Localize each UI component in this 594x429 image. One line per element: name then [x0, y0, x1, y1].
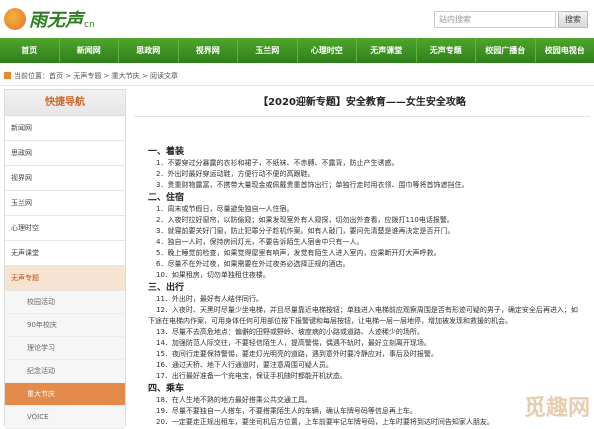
- paragraph: 4．独自一人时，保持房间灯光，不要告诉陌生人宿舍中只有一人。: [148, 237, 578, 248]
- article-title: 【2020迎新专题】安全教育——女生安全攻略: [134, 95, 590, 111]
- sidebar-subitem[interactable]: 校园活动: [5, 291, 125, 314]
- site-logo[interactable]: 雨无声 cn: [4, 4, 95, 34]
- paragraph: 1．周末或节假日，尽量避免独自一人住宿。: [148, 204, 578, 215]
- nav-item[interactable]: 无声专题: [417, 38, 477, 63]
- sidebar-item[interactable]: 视界网: [5, 166, 125, 191]
- paragraph: 3．就寝前要关好门窗，防止犯罪分子趁机作案。如有人敲门，要问先清楚是谁再决定是否…: [148, 226, 578, 237]
- sidebar-item[interactable]: 思政网: [5, 141, 125, 166]
- watermark-logo: 觅趣网: [510, 392, 590, 424]
- divider: [134, 116, 590, 117]
- nav-item[interactable]: 视界网: [179, 38, 239, 63]
- breadcrumb-separator: >: [140, 72, 150, 80]
- sidebar-subitem[interactable]: 90年校庆: [5, 314, 125, 337]
- article-body: 一、着装1．不要穿过分暴露的衣衫和裙子，不纸袜、不赤膊、不露背，防止产生诱惑。2…: [148, 145, 578, 428]
- nav-item[interactable]: 无声课堂: [357, 38, 417, 63]
- nav-item[interactable]: 新闻网: [60, 38, 120, 63]
- breadcrumb-separator: >: [101, 72, 111, 80]
- home-icon: [4, 72, 11, 79]
- sidebar-item[interactable]: 无声专题: [5, 266, 125, 291]
- main-nav: 首页新闻网思政网视界网玉兰网心理时空无声课堂无声专题校园广播台校园电视台: [0, 38, 594, 63]
- nav-item[interactable]: 校园电视台: [536, 38, 594, 63]
- nav-item[interactable]: 校园广播台: [476, 38, 536, 63]
- breadcrumb-link[interactable]: 无声专题: [73, 72, 101, 80]
- paragraph: 10．如果租房，切勿单独租住夜楼。: [148, 270, 578, 281]
- paragraph: 6．尽量不在外过夜，如果需要在外过夜务必选择正规的酒店。: [148, 259, 578, 270]
- section-heading: 二、住宿: [148, 192, 578, 204]
- paragraph: 13．尽量不去高危地点：偏僻的田野或野岭、坡度病的小路或道路、人迹稀少的场所。: [148, 327, 578, 338]
- paragraph: 2．外出时最好穿运动鞋，方便行动不便的高跟鞋。: [148, 169, 578, 180]
- sidebar-item[interactable]: 玉兰网: [5, 191, 125, 216]
- nav-item[interactable]: 心理时空: [298, 38, 358, 63]
- nav-item[interactable]: 思政网: [119, 38, 179, 63]
- sidebar-title: 快捷导航: [5, 90, 125, 116]
- paragraph: 16．通过天桥、地下人行通道时，要注意周围可疑人员。: [148, 360, 578, 371]
- paragraph: 11．外出时，最好有人结伴同行。: [148, 294, 578, 305]
- search-input[interactable]: 站内搜索: [434, 11, 556, 28]
- paragraph: 12．入夜时、天黑时尽量少坐电梯，并且尽量靠近电梯按钮；单独进入电梯前应观察周围…: [148, 305, 578, 327]
- breadcrumb-link: 阅读文章: [150, 72, 178, 80]
- paragraph: 17．出行最好准备一个充电宝，保证手机随时都能开机状态。: [148, 371, 578, 382]
- article: 【2020迎新专题】安全教育——女生安全攻略 一、着装1．不要穿过分暴露的衣衫和…: [134, 89, 590, 426]
- sidebar-item[interactable]: 心理时空: [5, 216, 125, 241]
- sidebar-subitem[interactable]: 纪念活动: [5, 360, 125, 383]
- paragraph: 3．贵重财物露富，不携带大量现金或佩戴贵重首饰出行；单独行走时用衣领、围巾等将首…: [148, 180, 578, 191]
- sidebar-subitem[interactable]: 重大节庆: [5, 383, 125, 406]
- paragraph: 2．入夜时拉好窗帘，以防偷窥；如果发现室外有人窥探，切勿出外查看，应拨打110电…: [148, 215, 578, 226]
- logo-text: 雨无声: [29, 6, 83, 32]
- breadcrumb-link[interactable]: 重大节庆: [112, 72, 140, 80]
- nav-item[interactable]: 玉兰网: [238, 38, 298, 63]
- breadcrumb-link[interactable]: 首页: [49, 72, 63, 80]
- divider: [0, 85, 594, 86]
- search-button[interactable]: 搜索: [558, 11, 588, 28]
- site-header: 雨无声 cn 站内搜索 搜索: [0, 0, 594, 38]
- nav-item[interactable]: 首页: [0, 38, 60, 63]
- section-heading: 三、出行: [148, 282, 578, 294]
- sidebar-item[interactable]: 无声课堂: [5, 241, 125, 266]
- paragraph: 1．不要穿过分暴露的衣衫和裙子，不纸袜、不赤膊、不露背，防止产生诱惑。: [148, 158, 578, 169]
- logo-emblem-icon: [4, 8, 26, 30]
- paragraph: 5．晚上睡觉前检查，如果觉得屋里有响声，发觉有陌生人进入室内，应果断开灯大声呼救…: [148, 248, 578, 259]
- paragraph: 15．夜间行走要保持警惕，要走灯光明亮的道路，遇到意外时要冷静应对，事后及时报警…: [148, 349, 578, 360]
- logo-domain: cn: [84, 20, 95, 30]
- breadcrumb: 当前位置：首页 > 无声专题 > 重大节庆 > 阅读文章: [4, 70, 178, 82]
- breadcrumb-prefix: 当前位置：: [14, 72, 49, 80]
- sidebar: 快捷导航 新闻网思政网视界网玉兰网心理时空无声课堂无声专题校园活动90年校庆理论…: [4, 89, 126, 426]
- paragraph: 14．加强防范人际交往，不要轻信陌生人，提高警惕，偶遇不轨时，最好立刻离开现场。: [148, 338, 578, 349]
- breadcrumb-separator: >: [63, 72, 73, 80]
- sidebar-item[interactable]: 新闻网: [5, 116, 125, 141]
- sidebar-subitem[interactable]: 理论学习: [5, 337, 125, 360]
- section-heading: 一、着装: [148, 146, 578, 158]
